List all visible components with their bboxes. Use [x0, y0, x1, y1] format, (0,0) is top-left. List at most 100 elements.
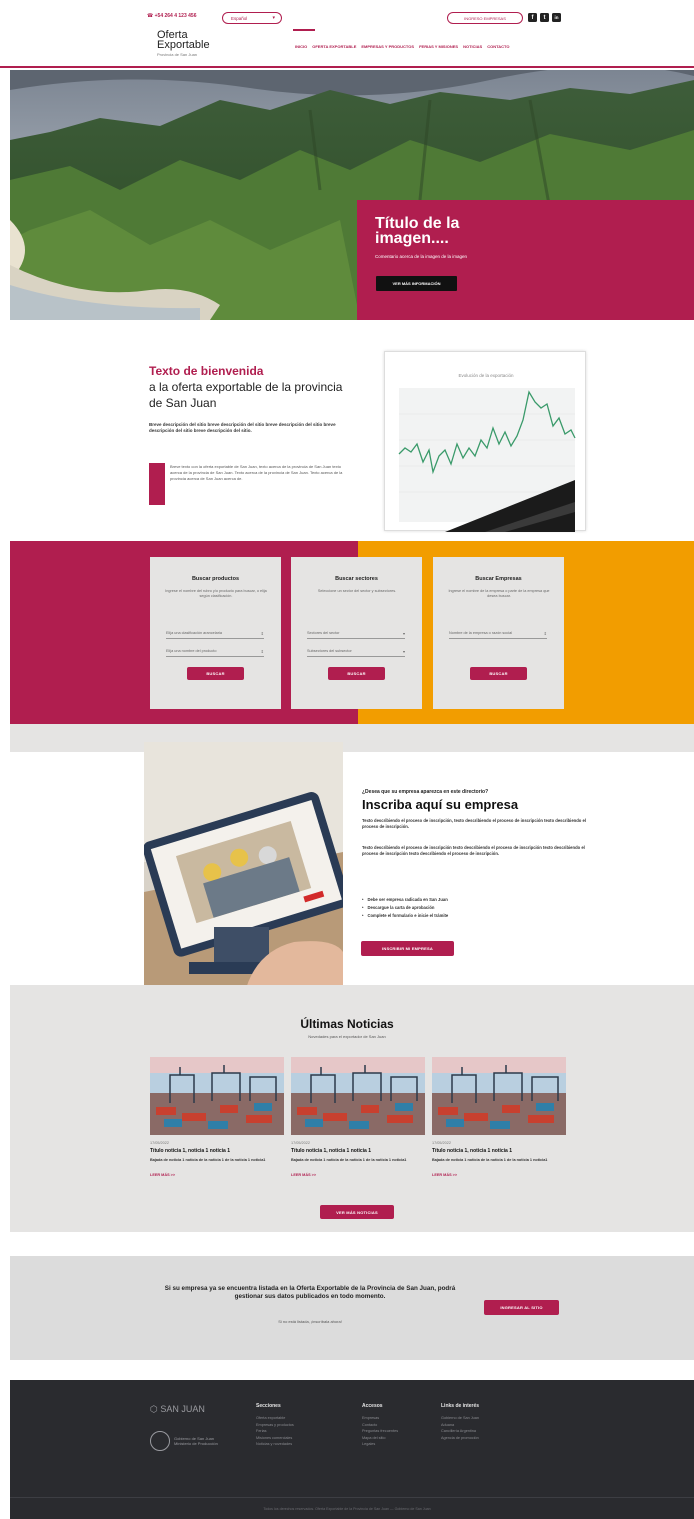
- nav-item-inicio[interactable]: INICIO: [295, 44, 307, 49]
- footer-link[interactable]: Ferias: [256, 1428, 294, 1435]
- welcome-title-accent: Texto de bienvenida: [149, 364, 264, 378]
- register-title: Inscriba aquí su empresa: [362, 797, 519, 812]
- nav-active-indicator: [293, 29, 315, 31]
- footer-link[interactable]: Empresas y productos: [256, 1422, 294, 1429]
- search-sectors-button[interactable]: BUSCAR: [328, 667, 385, 680]
- port-cranes-image: [291, 1057, 425, 1135]
- search-card-desc: Ingrese el nombre de la empresa o parte …: [448, 589, 550, 598]
- search-products-card: Buscar productos Ingrese el nombre del r…: [150, 557, 281, 709]
- twitter-icon[interactable]: t: [540, 13, 549, 22]
- footer-column-access: Accesos Empresas Contacto Preguntas frec…: [362, 1403, 398, 1448]
- read-more-link[interactable]: LEER MÁS >>: [150, 1173, 284, 1177]
- news-item-title: Título noticia 1, noticia 1 noticia 1: [150, 1148, 231, 1154]
- footer-link[interactable]: Preguntas frecuentes: [362, 1428, 398, 1435]
- login-button[interactable]: INGRESO EMPRESAS: [447, 12, 523, 24]
- search-companies-button[interactable]: BUSCAR: [470, 667, 527, 680]
- footer-link[interactable]: Empresas: [362, 1415, 398, 1422]
- footer-column-links: Links de interés Gobierno de San Juan Ad…: [441, 1403, 479, 1441]
- sector-select[interactable]: Sectores del sector ▾: [307, 631, 405, 639]
- news-date: 17/05/2022: [291, 1141, 311, 1145]
- welcome-heading: Texto de bienvenida a la oferta exportab…: [149, 364, 359, 411]
- cta-login-button[interactable]: INGRESAR AL SITIO: [484, 1300, 559, 1315]
- footer-link[interactable]: Mapa del sitio: [362, 1435, 398, 1442]
- subsector-select[interactable]: Subsectores del subsector ▾: [307, 649, 405, 657]
- news-subtitle: Novedades para el exportador de San Juan: [308, 1034, 386, 1039]
- linkedin-icon[interactable]: in: [552, 13, 561, 22]
- register-steps: Debe ser empresa radicada en San Juan De…: [362, 896, 586, 920]
- news-card[interactable]: 17/05/2022 Título noticia 1, noticia 1 n…: [432, 1057, 566, 1177]
- footer-copyright: Todos los derechos reservados. Oferta Ex…: [263, 1507, 431, 1511]
- register-paragraph-2: Texto describiendo el proceso de inscrip…: [362, 845, 585, 856]
- logo-line2: Exportable: [157, 39, 210, 51]
- chevron-down-icon: ⇕: [260, 631, 264, 636]
- facebook-icon[interactable]: f: [528, 13, 537, 22]
- select-label: Sectores del sector: [307, 631, 340, 635]
- search-card-title: Buscar productos: [191, 576, 240, 582]
- company-input[interactable]: Nombre de la empresa o razón social ⇕: [449, 631, 547, 639]
- news-card[interactable]: 17/05/2022 Título noticia 1, noticia 1 n…: [291, 1057, 425, 1177]
- footer-link[interactable]: Legales: [362, 1441, 398, 1448]
- search-card-title: Buscar sectores: [335, 576, 378, 582]
- phone-number[interactable]: ☎ +54 264 4 123 456: [147, 13, 196, 19]
- more-news-button[interactable]: VER MÁS NOTICIAS: [320, 1205, 394, 1219]
- welcome-quote: Breve texto con la oferta exportable de …: [170, 464, 343, 481]
- cta-small-text: Si no está listada, ¡inscríbala ahora!: [278, 1319, 342, 1324]
- logo-subtitle: Provincia de San Juan: [157, 52, 198, 57]
- register-button[interactable]: INSCRIBIR MI EMPRESA: [361, 941, 454, 956]
- news-title: Últimas Noticias: [300, 1017, 394, 1031]
- site-logo[interactable]: Oferta Exportable Provincia de San Juan: [157, 30, 210, 58]
- tablet-photo: [144, 742, 343, 996]
- footer-heading: Links de interés: [441, 1403, 480, 1409]
- product-select[interactable]: Elija una nombre del producto ⇕: [166, 649, 264, 657]
- footer-link[interactable]: Gobierno de San Juan: [441, 1415, 479, 1422]
- chevron-down-icon: ▾: [402, 631, 405, 636]
- nav-item-ferias[interactable]: FERIAS Y MISIONES: [419, 44, 458, 49]
- footer-link[interactable]: Oferta exportable: [256, 1415, 294, 1422]
- news-item-desc: Bajada de noticia 1 noticia de la notici…: [432, 1158, 548, 1162]
- read-more-link[interactable]: LEER MÁS >>: [432, 1173, 566, 1177]
- nav-item-contacto[interactable]: CONTACTO: [487, 44, 509, 49]
- language-select[interactable]: Español ▾: [222, 12, 282, 24]
- hero-subtitle: Comentario acerca de la imagen de la ima…: [375, 254, 468, 259]
- news-date: 17/05/2022: [432, 1141, 452, 1145]
- footer-link[interactable]: Aduana: [441, 1422, 479, 1429]
- footer-link[interactable]: Contacto: [362, 1422, 398, 1429]
- nav-item-empresas[interactable]: EMPRESAS Y PRODUCTOS: [361, 44, 414, 49]
- government-logo[interactable]: Gobierno de San Juan Ministerio de Produc…: [150, 1431, 218, 1451]
- nav-item-noticias[interactable]: NOTICIAS: [463, 44, 482, 49]
- footer-heading: Secciones: [256, 1403, 281, 1409]
- news-item-desc: Bajada de noticia 1 noticia de la notici…: [291, 1158, 407, 1162]
- main-nav: INICIO OFERTA EXPORTABLE EMPRESAS Y PROD…: [295, 44, 509, 49]
- footer-link[interactable]: Noticias y novedades: [256, 1441, 294, 1448]
- list-item: Descargue la carta de aprobación: [362, 904, 586, 912]
- search-sectors-card: Buscar sectores Seleccione un sector del…: [291, 557, 422, 709]
- seal-icon: [150, 1431, 170, 1451]
- footer-column-sections: Secciones Oferta exportable Empresas y p…: [256, 1403, 294, 1448]
- welcome-description: Breve descripción del sitio breve descri…: [149, 422, 336, 433]
- select-label: Elija una clasificación arancelaria: [166, 631, 222, 635]
- welcome-title-main: a la oferta exportable de la provincia d…: [149, 380, 343, 410]
- search-companies-card: Buscar Empresas Ingrese el nombre de la …: [433, 557, 564, 709]
- footer-link[interactable]: Cancillería Argentina: [441, 1428, 479, 1435]
- footer-link[interactable]: Agencia de promoción: [441, 1435, 479, 1442]
- news-card[interactable]: 17/05/2022 Título noticia 1, noticia 1 n…: [150, 1057, 284, 1177]
- read-more-link[interactable]: LEER MÁS >>: [291, 1173, 425, 1177]
- hero-caption-box: Título de la imagen.... Comentario acerc…: [357, 200, 694, 320]
- nav-item-oferta[interactable]: OFERTA EXPORTABLE: [312, 44, 356, 49]
- chevron-down-icon: ▾: [272, 15, 275, 21]
- select-label: Subsectores del subsector: [307, 649, 352, 653]
- site-footer: [10, 1380, 694, 1519]
- export-chart-image: Evolución de la exportación: [384, 351, 586, 532]
- footer-link[interactable]: Misiones comerciales: [256, 1435, 294, 1442]
- search-products-button[interactable]: BUSCAR: [187, 667, 244, 680]
- footer-logo2-line2: Ministerio de Producción: [174, 1441, 218, 1446]
- search-card-title: Buscar Empresas: [475, 576, 522, 582]
- register-top-band: [10, 724, 694, 752]
- news-item-desc: Bajada de noticia 1 noticia de la notici…: [150, 1158, 266, 1162]
- site-header: [0, 0, 694, 68]
- search-card-desc: Seleccione un sector del sector y subsec…: [317, 589, 397, 593]
- san-juan-logo[interactable]: ⬡ SAN JUAN: [150, 1404, 205, 1415]
- footer-logo-text: SAN JUAN: [160, 1404, 205, 1414]
- hero-more-button[interactable]: VER MÁS INFORMACIÓN: [376, 276, 457, 291]
- classification-select[interactable]: Elija una clasificación arancelaria ⇕: [166, 631, 264, 639]
